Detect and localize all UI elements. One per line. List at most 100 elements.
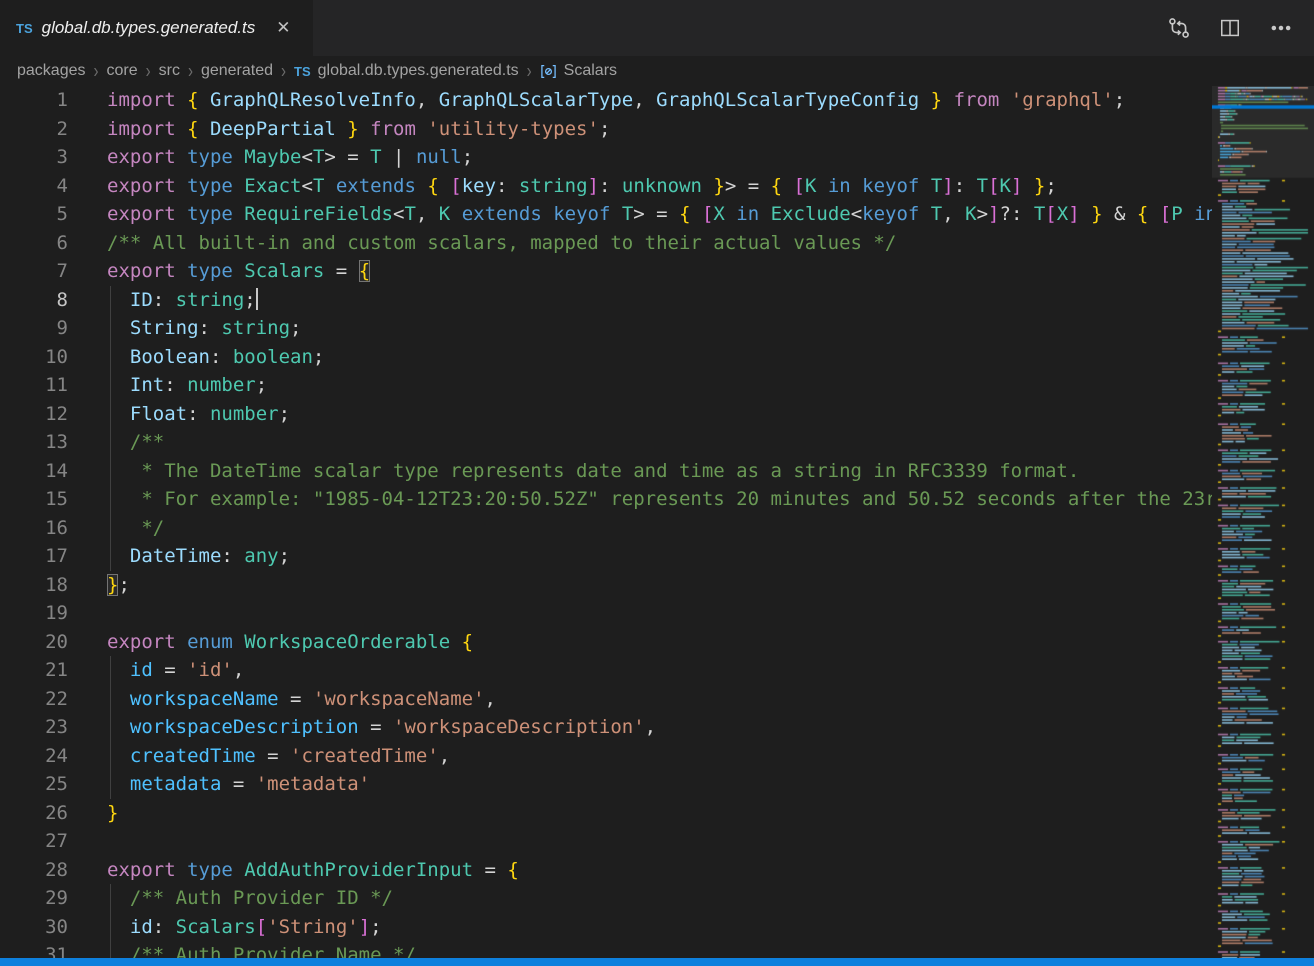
editor-tab[interactable]: TS global.db.types.generated.ts ✕: [0, 0, 313, 56]
code-line[interactable]: import { GraphQLResolveInfo, GraphQLScal…: [88, 86, 1212, 115]
code-token: Boolean: [107, 346, 210, 368]
breadcrumb-item[interactable]: generated: [201, 62, 273, 80]
indent-guide: [110, 428, 111, 457]
code-line[interactable]: export type Exact<T extends { [key: stri…: [88, 172, 1212, 201]
code-token: ]: [1011, 175, 1022, 197]
code-line[interactable]: import { DeepPartial } from 'utility-typ…: [88, 115, 1212, 144]
code-token: [: [256, 916, 267, 938]
code-token: [: [1160, 203, 1171, 225]
code-line[interactable]: export type Scalars = {: [88, 257, 1212, 286]
code-line[interactable]: workspaceDescription = 'workspaceDescrip…: [88, 713, 1212, 742]
chevron-right-icon: ›: [527, 60, 532, 83]
code-token: 'graphql': [1011, 89, 1114, 111]
code-line[interactable]: * The DateTime scalar type represents da…: [88, 457, 1212, 486]
code-line[interactable]: id = 'id',: [88, 656, 1212, 685]
code-token: ,: [439, 745, 450, 767]
text-cursor: [256, 288, 258, 310]
code-line[interactable]: * For example: "1985-04-12T23:20:50.52Z"…: [88, 485, 1212, 514]
code-token: /** Auth Provider ID */: [107, 887, 393, 909]
code-line[interactable]: createdTime = 'createdTime',: [88, 742, 1212, 771]
code-line[interactable]: /** Auth Provider ID */: [88, 884, 1212, 913]
code-line[interactable]: export type RequireFields<T, K extends k…: [88, 200, 1212, 229]
code-token: {: [679, 203, 702, 225]
code-token: type: [187, 146, 244, 168]
code-line[interactable]: String: string;: [88, 314, 1212, 343]
indent-guide: [110, 656, 111, 685]
code-token: boolean: [233, 346, 313, 368]
breadcrumb-item[interactable]: Scalars: [540, 62, 617, 80]
breadcrumb-item-label: core: [107, 62, 138, 80]
code-line[interactable]: */: [88, 514, 1212, 543]
indent-guide: [110, 713, 111, 742]
code-line[interactable]: Boolean: boolean;: [88, 343, 1212, 372]
split-editor-button[interactable]: [1218, 17, 1241, 40]
code-token: */: [107, 517, 164, 539]
code-line[interactable]: [88, 599, 1212, 628]
code-token: type: [187, 859, 244, 881]
line-number: 11: [0, 371, 88, 400]
code-token: DateTime: [107, 545, 221, 567]
code-line[interactable]: };: [88, 571, 1212, 600]
code-token: from: [359, 118, 428, 140]
code-line[interactable]: Int: number;: [88, 371, 1212, 400]
code-token: ,: [633, 89, 656, 111]
code-token: T: [370, 146, 393, 168]
code-token: {: [1137, 203, 1160, 225]
breadcrumb-item[interactable]: packages: [17, 62, 86, 80]
code-token: export: [107, 260, 187, 282]
minimap[interactable]: [1212, 86, 1314, 966]
breadcrumb-item[interactable]: TSglobal.db.types.generated.ts: [294, 62, 519, 80]
code-area[interactable]: import { GraphQLResolveInfo, GraphQLScal…: [88, 86, 1212, 966]
symbol-type-icon: [540, 63, 557, 80]
code-token: number: [210, 403, 279, 425]
code-token: ]: [988, 203, 999, 225]
code-line[interactable]: export type Maybe<T> = T | null;: [88, 143, 1212, 172]
code-token: string: [519, 175, 588, 197]
code-line[interactable]: Float: number;: [88, 400, 1212, 429]
editor-pane[interactable]: 1234567891011121314151617181920212223242…: [0, 86, 1212, 966]
breadcrumb-item[interactable]: core: [107, 62, 138, 80]
tab-label: global.db.types.generated.ts: [42, 18, 256, 38]
code-line[interactable]: workspaceName = 'workspaceName',: [88, 685, 1212, 714]
close-icon[interactable]: ✕: [272, 16, 294, 40]
line-number: 25: [0, 770, 88, 799]
code-token: :: [221, 545, 244, 567]
breadcrumb-item-label: global.db.types.generated.ts: [318, 62, 519, 80]
line-number: 2: [0, 115, 88, 144]
code-token: }: [713, 175, 724, 197]
indent-guide: [110, 742, 111, 771]
line-number: 6: [0, 229, 88, 258]
code-line[interactable]: id: Scalars['String'];: [88, 913, 1212, 942]
code-line[interactable]: export type AddAuthProviderInput = {: [88, 856, 1212, 885]
code-token: in keyof: [828, 175, 931, 197]
open-changes-button[interactable]: [1167, 17, 1190, 40]
code-token: unknown: [622, 175, 714, 197]
code-line[interactable]: metadata = 'metadata': [88, 770, 1212, 799]
code-line[interactable]: [88, 827, 1212, 856]
code-token: createdTime: [107, 745, 256, 767]
more-actions-button[interactable]: [1269, 17, 1292, 40]
line-number: 28: [0, 856, 88, 885]
code-token: }: [1080, 203, 1103, 225]
breadcrumb-item[interactable]: src: [159, 62, 180, 80]
line-number: 21: [0, 656, 88, 685]
code-line[interactable]: /** All built-in and custom scalars, map…: [88, 229, 1212, 258]
code-line[interactable]: export enum WorkspaceOrderable {: [88, 628, 1212, 657]
code-token: :: [153, 916, 176, 938]
code-token: T: [1034, 203, 1045, 225]
code-token: keyof: [862, 203, 931, 225]
code-line[interactable]: DateTime: any;: [88, 542, 1212, 571]
tab-bar: TS global.db.types.generated.ts ✕: [0, 0, 1314, 56]
code-line[interactable]: ID: string;: [88, 286, 1212, 315]
indent-guide: [110, 343, 111, 372]
code-line[interactable]: /**: [88, 428, 1212, 457]
code-token: type: [187, 175, 244, 197]
code-token: {: [771, 175, 794, 197]
code-token: ;: [1114, 89, 1125, 111]
code-token: }: [1022, 175, 1045, 197]
code-token: [: [988, 175, 999, 197]
code-line[interactable]: }: [88, 799, 1212, 828]
code-token: 'utility-types': [427, 118, 599, 140]
code-token: :: [954, 175, 977, 197]
indent-guide: [110, 457, 111, 486]
